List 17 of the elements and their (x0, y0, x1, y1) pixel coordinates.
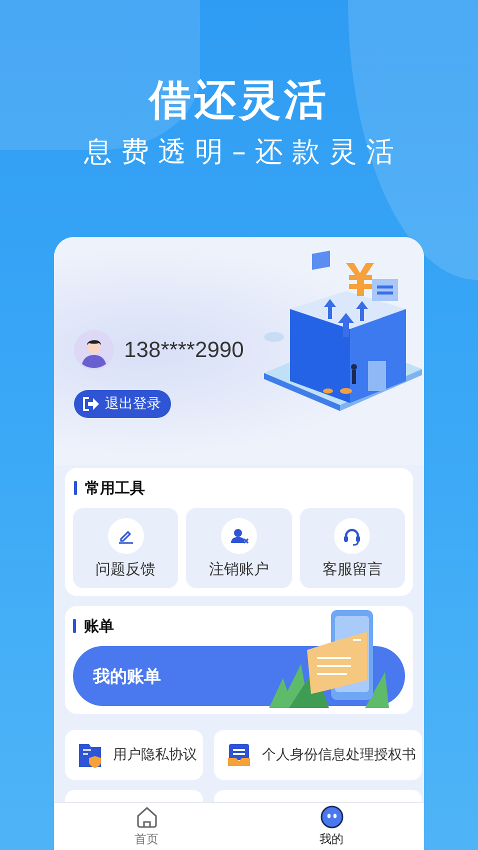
face-icon (320, 805, 344, 829)
section-title: 常用工具 (85, 478, 145, 498)
tool-button[interactable]: 客服留言 (300, 508, 405, 588)
tool-button[interactable]: 问题反馈 (73, 508, 178, 588)
logout-icon (82, 396, 100, 412)
home-icon (134, 805, 158, 829)
hero-subtitle: 息费透明–还款灵活 (83, 134, 403, 170)
avatar-icon (74, 330, 114, 370)
section-title: 账单 (84, 616, 114, 636)
agreement-link[interactable]: 个人身份信息处理授权书 (214, 730, 422, 780)
tool-button[interactable]: 注销账户 (186, 508, 292, 588)
tab[interactable]: 我的 (239, 803, 424, 850)
agreement-link[interactable]: 用户隐私协议 (65, 730, 203, 780)
logout-button[interactable]: 退出登录 (74, 390, 171, 418)
hero-title: 借还灵活 (149, 74, 329, 126)
tab[interactable]: 首页 (54, 803, 239, 850)
phone-number: 138****2990 (124, 337, 244, 363)
